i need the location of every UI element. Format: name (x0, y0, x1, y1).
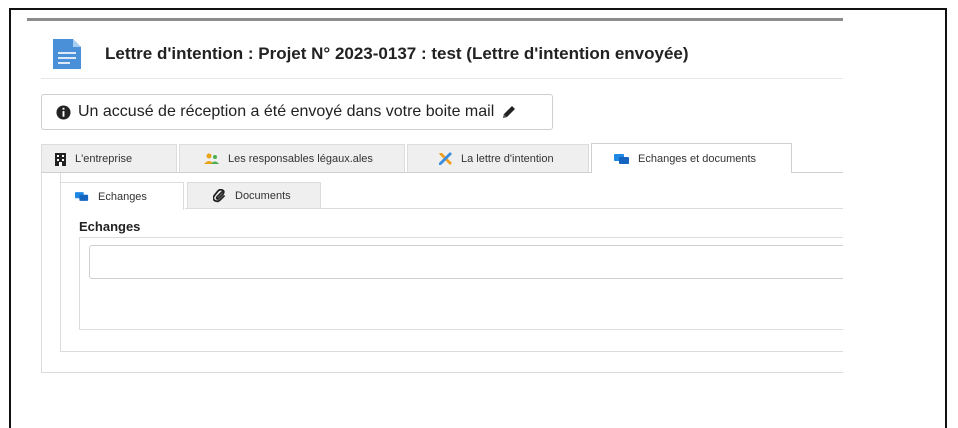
subtab-echanges-label: Echanges (98, 190, 147, 203)
building-icon (55, 153, 66, 166)
pencil-icon[interactable] (501, 104, 517, 120)
subtab-echanges[interactable]: Echanges (60, 182, 184, 210)
tab-responsables-label: Les responsables légaux.ales (228, 153, 373, 165)
comments-icon (75, 192, 89, 201)
tab-responsables[interactable]: Les responsables légaux.ales (179, 144, 405, 173)
title-divider (41, 78, 843, 79)
tab-lettre-label: La lettre d'intention (461, 153, 554, 165)
page-title: Lettre d'intention : Projet N° 2023-0137… (105, 44, 689, 63)
acknowledgement-alert: Un accusé de réception a été envoyé dans… (41, 94, 553, 130)
document-icon (53, 39, 81, 69)
echanges-section-title: Echanges (79, 219, 141, 234)
top-separator (27, 18, 843, 21)
tab-echanges-documents-label: Echanges et documents (638, 152, 757, 165)
tab-echanges-documents[interactable]: Echanges et documents (591, 143, 792, 173)
tab-entreprise-label: L'entreprise (75, 153, 133, 165)
subtab-documents-label: Documents (235, 190, 291, 202)
tab-entreprise[interactable]: L'entreprise (41, 144, 177, 173)
subtabs-baseline (185, 208, 843, 209)
echanges-message-field[interactable] (89, 245, 843, 279)
tools-icon (439, 152, 452, 165)
users-icon (204, 153, 219, 164)
info-icon (56, 104, 71, 120)
tab-lettre[interactable]: La lettre d'intention (407, 144, 589, 173)
subtab-documents[interactable]: Documents (187, 182, 321, 209)
paperclip-icon (213, 189, 225, 203)
alert-text: Un accusé de réception a été envoyé dans… (78, 103, 495, 120)
comments-icon (614, 153, 629, 164)
